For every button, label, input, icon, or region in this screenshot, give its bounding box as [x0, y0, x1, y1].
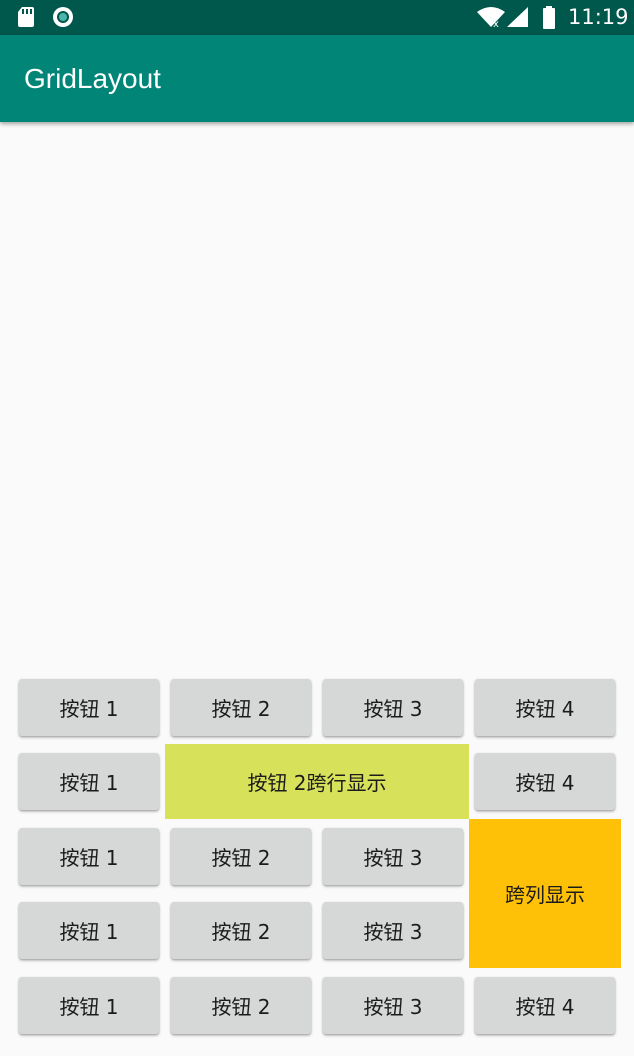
button-r2c4[interactable]: 按钮 4 [475, 753, 615, 810]
wifi-icon: x [476, 6, 506, 32]
grid-layout-content: 按钮 1 按钮 2 按钮 3 按钮 4 按钮 1 按钮 2跨行显示 按钮 4 按… [0, 122, 634, 1056]
button-r1c1[interactable]: 按钮 1 [19, 679, 159, 736]
button-r5c4[interactable]: 按钮 4 [475, 977, 615, 1034]
button-r5c1[interactable]: 按钮 1 [19, 977, 159, 1034]
app-bar: GridLayout [0, 35, 634, 122]
button-r2c1[interactable]: 按钮 1 [19, 753, 159, 810]
sync-icon [52, 6, 74, 32]
svg-text:x: x [493, 19, 499, 28]
button-r3c1[interactable]: 按钮 1 [19, 828, 159, 885]
button-r1c2[interactable]: 按钮 2 [171, 679, 311, 736]
app-title: GridLayout [24, 63, 161, 94]
button-r4c2[interactable]: 按钮 2 [171, 902, 311, 959]
button-r4c1[interactable]: 按钮 1 [19, 902, 159, 959]
sd-card-icon [16, 6, 36, 32]
button-r5c3[interactable]: 按钮 3 [323, 977, 463, 1034]
status-bar: x 11:19 [0, 0, 634, 35]
button-r4c3[interactable]: 按钮 3 [323, 902, 463, 959]
button-r3c3[interactable]: 按钮 3 [323, 828, 463, 885]
row-span-button[interactable]: 按钮 2跨行显示 [165, 744, 469, 819]
button-r1c3[interactable]: 按钮 3 [323, 679, 463, 736]
signal-icon [506, 6, 530, 32]
button-r3c2[interactable]: 按钮 2 [171, 828, 311, 885]
status-time: 11:19 [568, 5, 629, 29]
col-span-button[interactable]: 跨列显示 [469, 819, 621, 968]
battery-icon [541, 6, 557, 34]
button-r5c2[interactable]: 按钮 2 [171, 977, 311, 1034]
button-r1c4[interactable]: 按钮 4 [475, 679, 615, 736]
